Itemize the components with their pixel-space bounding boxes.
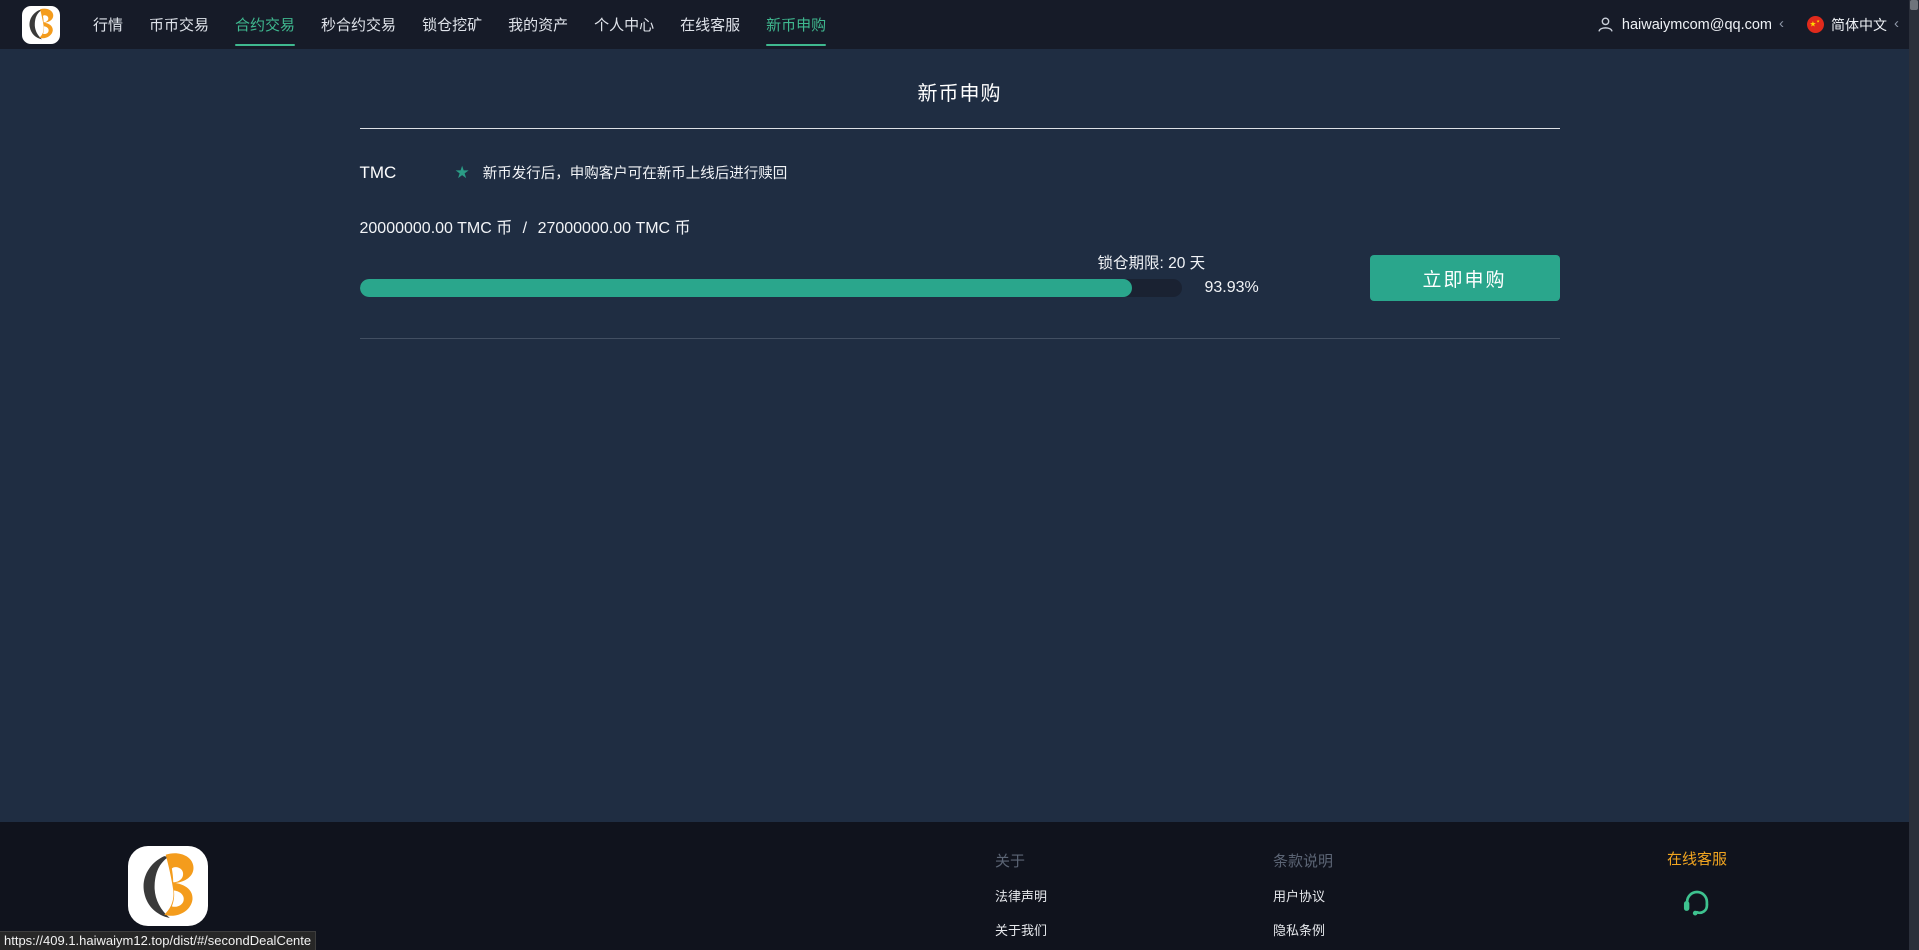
china-flag-icon: ★ ★: [1807, 16, 1824, 33]
headset-icon[interactable]: [1679, 883, 1715, 919]
nav-item-personal-center[interactable]: 个人中心: [581, 0, 667, 49]
footer-brand-logo: [128, 846, 208, 926]
coin-row: TMC ★ 新币发行后，申购客户可在新币上线后进行赎回: [360, 162, 1560, 183]
star-icon: ★: [455, 164, 470, 181]
page-title: 新币申购: [360, 49, 1560, 106]
navbar-right-cluster: haiwaiymcom@qq.com ‹ ★ ★ 简体中文 ‹: [1596, 15, 1899, 35]
nav-item-contract-trade[interactable]: 合约交易: [222, 0, 308, 49]
person-icon: [1596, 15, 1615, 34]
footer-service-title: 在线客服: [1652, 848, 1742, 869]
nav-item-new-coin-subscription[interactable]: 新币申购: [753, 0, 839, 49]
nav-item-my-assets[interactable]: 我的资产: [495, 0, 581, 49]
progress-percent: 93.93%: [1205, 279, 1259, 297]
amount-row: 20000000.00 TMC 币 / 27000000.00 TMC 币: [360, 214, 1560, 238]
subscription-progress-bar: [360, 279, 1182, 297]
brand-logo[interactable]: [22, 6, 60, 44]
chevron-icon: ‹: [1894, 16, 1899, 31]
footer-service-box: 在线客服: [1652, 848, 1742, 924]
footer-link-legal[interactable]: 法律声明: [995, 886, 1047, 905]
footer-terms-column: 条款说明 用户协议 隐私条例: [1273, 850, 1333, 939]
nav-item-lock-mining[interactable]: 锁仓挖矿: [409, 0, 495, 49]
user-email: haiwaiymcom@qq.com: [1622, 17, 1772, 33]
nav-item-spot-trade[interactable]: 币币交易: [136, 0, 222, 49]
svg-text:★: ★: [1810, 20, 1817, 29]
title-divider: [360, 128, 1560, 129]
nav-item-market[interactable]: 行情: [80, 0, 136, 49]
svg-text:★: ★: [1816, 19, 1820, 23]
footer-link-about-us[interactable]: 关于我们: [995, 920, 1047, 939]
brand-b-icon: [25, 8, 58, 41]
footer-about-column: 关于 法律声明 关于我们: [995, 850, 1047, 939]
page-content: 新币申购 TMC ★ 新币发行后，申购客户可在新币上线后进行赎回 2000000…: [0, 49, 1919, 822]
footer-link-privacy[interactable]: 隐私条例: [1273, 920, 1333, 939]
subscription-tip: 新币发行后，申购客户可在新币上线后进行赎回: [483, 162, 788, 183]
subscribe-area: 锁仓期限: 20 天 93.93% 立即申购: [360, 248, 1560, 338]
vertical-scrollbar[interactable]: [1909, 0, 1919, 950]
footer-about-title: 关于: [995, 850, 1047, 871]
subscribe-now-button[interactable]: 立即申购: [1370, 255, 1560, 301]
main-navigation: 行情 币币交易 合约交易 秒合约交易 锁仓挖矿 我的资产 个人中心 在线客服 新…: [80, 0, 839, 49]
coin-name: TMC: [360, 163, 455, 183]
nav-item-online-service[interactable]: 在线客服: [667, 0, 753, 49]
lock-period-label: 锁仓期限: 20 天: [1098, 251, 1206, 273]
scrollbar-thumb[interactable]: [1910, 0, 1918, 10]
language-dropdown[interactable]: ★ ★ 简体中文 ‹: [1807, 15, 1899, 35]
brand-b-icon: [134, 852, 203, 921]
amount-raised: 20000000.00 TMC 币: [360, 220, 513, 237]
amount-total: 27000000.00 TMC 币: [538, 220, 691, 237]
section-divider: [360, 338, 1560, 339]
browser-status-url: https://409.1.haiwaiym12.top/dist/#/seco…: [0, 931, 316, 950]
footer-terms-title: 条款说明: [1273, 850, 1333, 871]
footer-link-user-agreement[interactable]: 用户协议: [1273, 886, 1333, 905]
chevron-icon: ‹: [1779, 16, 1784, 31]
nav-item-second-contract[interactable]: 秒合约交易: [308, 0, 409, 49]
subscription-progress-fill: [360, 279, 1132, 297]
top-navbar: 行情 币币交易 合约交易 秒合约交易 锁仓挖矿 我的资产 个人中心 在线客服 新…: [0, 0, 1919, 49]
language-label: 简体中文: [1831, 15, 1887, 35]
user-account-dropdown[interactable]: haiwaiymcom@qq.com ‹: [1596, 15, 1784, 34]
amount-separator: /: [523, 220, 527, 237]
